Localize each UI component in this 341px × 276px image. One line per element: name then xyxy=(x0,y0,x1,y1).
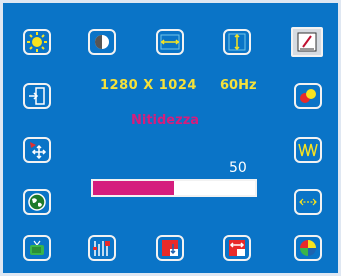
monitor-osd: 1280 X 1024 60Hz Nitidezza 50 xyxy=(0,0,341,276)
clock-icon xyxy=(298,143,318,157)
refresh-rate-text: 60Hz xyxy=(220,78,257,93)
sharpness-value: 50 xyxy=(229,160,247,176)
brightness-icon xyxy=(27,32,47,52)
v-position-icon xyxy=(228,33,246,51)
clock-button[interactable] xyxy=(294,137,322,163)
language-button[interactable] xyxy=(23,189,51,215)
sharpness-slider-fill xyxy=(93,181,174,195)
exit-icon xyxy=(29,87,45,105)
tv-button[interactable] xyxy=(23,235,51,261)
tools-icon xyxy=(93,241,110,256)
contrast-icon xyxy=(95,35,109,49)
language-icon xyxy=(28,193,46,211)
position-icon xyxy=(30,142,47,160)
resolution-text: 1280 X 1024 xyxy=(100,78,197,93)
h-position-icon xyxy=(160,34,180,50)
sharpness-icon xyxy=(297,32,317,52)
recall-button[interactable] xyxy=(223,235,251,261)
brightness-button[interactable] xyxy=(23,29,51,55)
color-icon xyxy=(300,89,316,103)
v-position-button[interactable] xyxy=(223,29,251,55)
tv-icon xyxy=(30,240,44,255)
phase-button[interactable] xyxy=(294,189,322,215)
h-position-button[interactable] xyxy=(156,29,184,55)
sharpness-slider[interactable] xyxy=(91,179,257,197)
contrast-button[interactable] xyxy=(88,29,116,55)
tools-button[interactable] xyxy=(88,235,116,261)
color-temp-button[interactable] xyxy=(294,235,322,261)
phase-icon xyxy=(299,198,317,206)
reset-icon xyxy=(162,240,178,256)
reset-button[interactable] xyxy=(156,235,184,261)
recall-icon xyxy=(229,240,245,256)
menu-title: Nitidezza xyxy=(131,113,200,128)
color-button[interactable] xyxy=(294,83,322,109)
position-button[interactable] xyxy=(23,137,51,163)
exit-button[interactable] xyxy=(23,83,51,109)
sharpness-button[interactable] xyxy=(291,27,323,57)
color-temp-icon xyxy=(300,240,316,256)
